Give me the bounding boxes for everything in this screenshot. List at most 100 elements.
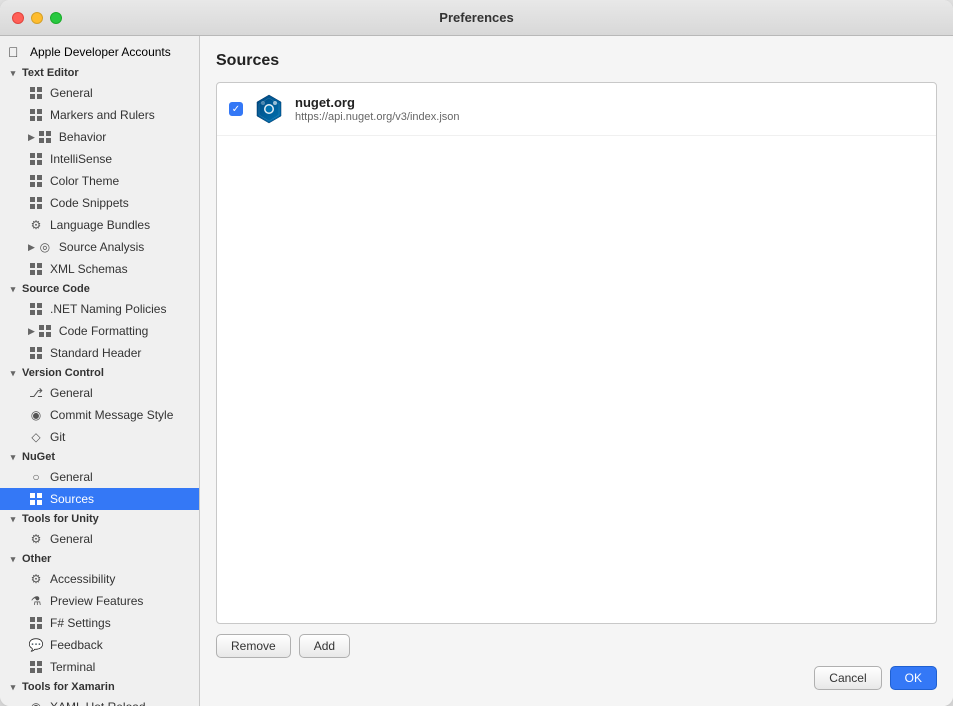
chevron-down-icon: ▾ [8, 68, 18, 78]
cancel-button[interactable]: Cancel [814, 666, 881, 690]
sidebar-item-code-formatting[interactable]: ▶ Code Formatting [0, 320, 199, 342]
sidebar-section-version-control[interactable]: ▾ Version Control [0, 364, 199, 382]
sidebar-item-color-theme[interactable]: Color Theme [0, 170, 199, 192]
sidebar-item-preview-features[interactable]: ⚗ Preview Features [0, 590, 199, 612]
item-label: General [50, 532, 93, 546]
circle-dot-icon: ◉ [28, 699, 44, 706]
preferences-window: Preferences  Apple Developer Accounts ▾… [0, 0, 953, 706]
sidebar-item-terminal[interactable]: Terminal [0, 656, 199, 678]
sidebar-item-sources[interactable]: Sources [0, 488, 199, 510]
bottom-actions: Remove Add [216, 634, 350, 658]
minimize-button[interactable] [31, 12, 43, 24]
titlebar: Preferences [0, 0, 953, 36]
diamond-icon: ◇ [28, 429, 44, 445]
window-title: Preferences [439, 10, 513, 25]
sidebar-item-feedback[interactable]: 💬 Feedback [0, 634, 199, 656]
sidebar-item-commit-message[interactable]: ◉ Commit Message Style [0, 404, 199, 426]
sidebar-item-source-analysis[interactable]: ▶ ◎ Source Analysis [0, 236, 199, 258]
item-label: Preview Features [50, 594, 143, 608]
sidebar-item-general-te[interactable]: General [0, 82, 199, 104]
sidebar-section-source-code[interactable]: ▾ Source Code [0, 280, 199, 298]
item-label: IntelliSense [50, 152, 112, 166]
grid-icon [28, 491, 44, 507]
sidebar-section-tools-unity[interactable]: ▾ Tools for Unity [0, 510, 199, 528]
traffic-lights [12, 12, 62, 24]
section-label: Tools for Unity [22, 513, 99, 525]
right-panel: Sources [200, 36, 953, 706]
dialog-buttons: Cancel OK [216, 666, 937, 690]
maximize-button[interactable] [50, 12, 62, 24]
sidebar-item-code-snippets[interactable]: Code Snippets [0, 192, 199, 214]
sidebar-item-fsharp-settings[interactable]: F# Settings [0, 612, 199, 634]
chevron-down-icon: ▾ [8, 284, 18, 294]
sidebar-section-text-editor[interactable]: ▾ Text Editor [0, 64, 199, 82]
chat-icon: 💬 [28, 637, 44, 653]
item-label: Code Snippets [50, 196, 129, 210]
sidebar-item-language-bundles[interactable]: ⚙ Language Bundles [0, 214, 199, 236]
grid-icon [28, 659, 44, 675]
sidebar-item-accessibility[interactable]: ⚙ Accessibility [0, 568, 199, 590]
target-icon: ◎ [37, 239, 53, 255]
grid-icon [28, 261, 44, 277]
sidebar-section-tools-xamarin[interactable]: ▾ Tools for Xamarin [0, 678, 199, 696]
chevron-down-icon: ▾ [8, 514, 18, 524]
item-label: General [50, 470, 93, 484]
item-label: Feedback [50, 638, 103, 652]
item-label: .NET Naming Policies [50, 302, 166, 316]
sidebar-item-markers-rulers[interactable]: Markers and Rulers [0, 104, 199, 126]
sidebar-item-apple-dev[interactable]:  Apple Developer Accounts [0, 40, 199, 64]
section-label: Tools for Xamarin [22, 681, 115, 693]
ok-button[interactable]: OK [890, 666, 937, 690]
sidebar-section-other[interactable]: ▾ Other [0, 550, 199, 568]
beaker-icon: ⚗ [28, 593, 44, 609]
nuget-icon [253, 93, 285, 125]
source-info: nuget.org https://api.nuget.org/v3/index… [295, 95, 460, 123]
sidebar-item-xml-schemas[interactable]: XML Schemas [0, 258, 199, 280]
apple-dev-label: Apple Developer Accounts [30, 45, 171, 59]
gear-icon: ⚙ [28, 571, 44, 587]
grid-icon [28, 151, 44, 167]
item-label: F# Settings [50, 616, 111, 630]
remove-button[interactable]: Remove [216, 634, 291, 658]
grid-icon [28, 345, 44, 361]
sidebar-item-intellisense[interactable]: IntelliSense [0, 148, 199, 170]
item-label: Markers and Rulers [50, 108, 155, 122]
sidebar-item-git[interactable]: ◇ Git [0, 426, 199, 448]
sidebar-item-net-naming[interactable]: .NET Naming Policies [0, 298, 199, 320]
sidebar-item-xaml-hot-reload[interactable]: ◉ XAML Hot Reload [0, 696, 199, 706]
item-label: Terminal [50, 660, 95, 674]
item-label: Language Bundles [50, 218, 150, 232]
chevron-down-icon: ▾ [8, 452, 18, 462]
sidebar-item-general-vc[interactable]: ⎇ General [0, 382, 199, 404]
source-name: nuget.org [295, 95, 460, 110]
item-label: Commit Message Style [50, 408, 173, 422]
sidebar-section-nuget[interactable]: ▾ NuGet [0, 448, 199, 466]
source-url: https://api.nuget.org/v3/index.json [295, 111, 460, 123]
item-label: XML Schemas [50, 262, 128, 276]
sidebar-item-general-nuget[interactable]: ○ General [0, 466, 199, 488]
item-label: Code Formatting [59, 324, 148, 338]
gear-icon: ⚙ [28, 531, 44, 547]
main-content:  Apple Developer Accounts ▾ Text Editor… [0, 36, 953, 706]
item-label: Git [50, 430, 65, 444]
grid-icon [28, 301, 44, 317]
source-checkbox[interactable] [229, 102, 243, 116]
chevron-right-icon: ▶ [28, 242, 35, 253]
item-label: Sources [50, 492, 94, 506]
sidebar-item-standard-header[interactable]: Standard Header [0, 342, 199, 364]
circle-icon: ○ [28, 469, 44, 485]
branch-icon: ⎇ [28, 385, 44, 401]
sources-list: nuget.org https://api.nuget.org/v3/index… [216, 82, 937, 624]
sidebar:  Apple Developer Accounts ▾ Text Editor… [0, 36, 200, 706]
item-label: Source Analysis [59, 240, 144, 254]
sidebar-item-behavior[interactable]: ▶ Behavior [0, 126, 199, 148]
sidebar-item-general-tfu[interactable]: ⚙ General [0, 528, 199, 550]
add-button[interactable]: Add [299, 634, 350, 658]
grid-icon [37, 129, 53, 145]
grid-icon [28, 85, 44, 101]
circle-dot-icon: ◉ [28, 407, 44, 423]
grid-icon [28, 195, 44, 211]
close-button[interactable] [12, 12, 24, 24]
source-row[interactable]: nuget.org https://api.nuget.org/v3/index… [217, 83, 936, 136]
section-label: Source Code [22, 283, 90, 295]
